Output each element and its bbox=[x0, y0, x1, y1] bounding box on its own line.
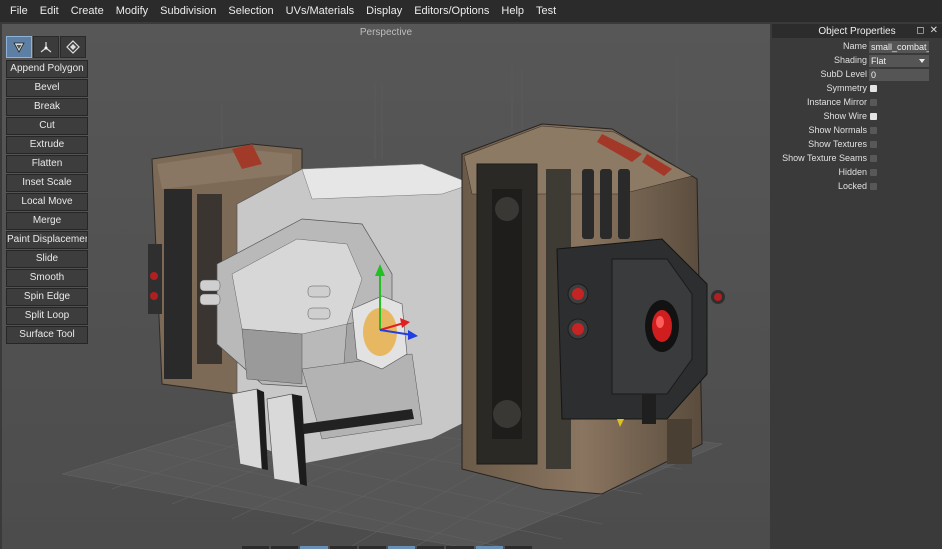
viewport-title: Perspective bbox=[359, 27, 413, 38]
symmetry-row: Symmetry bbox=[772, 82, 942, 96]
menu-edit[interactable]: Edit bbox=[34, 0, 65, 22]
panel-header: Object Properties ◻ ✕ bbox=[772, 24, 942, 38]
close-icon[interactable]: ✕ bbox=[930, 25, 938, 36]
tool-spin-edge-button[interactable]: Spin Edge bbox=[6, 288, 88, 306]
show-textures-label: Show Textures bbox=[808, 139, 867, 149]
show-wire-checkbox[interactable] bbox=[870, 113, 877, 120]
symmetry-label: Symmetry bbox=[826, 83, 868, 93]
perspective-viewport[interactable]: Perspective Append Polygon Bevel Break C… bbox=[2, 24, 770, 549]
subd-row: SubD Level 0 bbox=[772, 68, 942, 82]
tool-bevel-button[interactable]: Bevel bbox=[6, 79, 88, 97]
locked-label: Locked bbox=[837, 181, 867, 191]
show-normals-label: Show Normals bbox=[808, 125, 867, 135]
show-textures-checkbox[interactable] bbox=[870, 141, 877, 148]
tool-local-move-button[interactable]: Local Move bbox=[6, 193, 88, 211]
show-texture-seams-label: Show Texture Seams bbox=[782, 153, 867, 163]
hidden-checkbox[interactable] bbox=[870, 169, 877, 176]
menu-display[interactable]: Display bbox=[360, 0, 408, 22]
name-field[interactable]: small_combat_d bbox=[869, 41, 929, 53]
face-mode-button[interactable] bbox=[60, 36, 86, 58]
menu-create[interactable]: Create bbox=[65, 0, 110, 22]
tool-smooth-button[interactable]: Smooth bbox=[6, 269, 88, 287]
menu-file[interactable]: File bbox=[4, 0, 34, 22]
show-wire-label: Show Wire bbox=[823, 111, 867, 121]
face-mode-icon bbox=[66, 40, 80, 54]
object-properties-panel: Object Properties ◻ ✕ Name small_combat_… bbox=[772, 24, 942, 549]
menubar: File Edit Create Modify Subdivision Selection… bbox=[0, 0, 942, 22]
tool-panel: Append Polygon Bevel Break Cut Extrude Flatte… bbox=[6, 36, 88, 345]
tool-paint-displacement-button[interactable]: Paint Displacement bbox=[6, 231, 88, 249]
hidden-label: Hidden bbox=[838, 167, 867, 177]
selection-mode-row bbox=[6, 36, 88, 58]
shading-dropdown[interactable]: Flat bbox=[869, 55, 929, 67]
vertex-mode-icon bbox=[40, 42, 52, 53]
3d-scene[interactable] bbox=[2, 24, 770, 549]
menu-test[interactable]: Test bbox=[530, 0, 562, 22]
shading-row: Shading Flat bbox=[772, 54, 942, 68]
name-row: Name small_combat_d bbox=[772, 40, 942, 54]
menu-subdivision[interactable]: Subdivision bbox=[154, 0, 222, 22]
name-label: Name bbox=[842, 41, 867, 51]
symmetry-checkbox[interactable] bbox=[870, 85, 877, 92]
instance-mirror-label: Instance Mirror bbox=[806, 97, 867, 107]
tool-list: Append Polygon Bevel Break Cut Extrude Flatte… bbox=[6, 60, 88, 344]
maximize-icon[interactable]: ◻ bbox=[916, 25, 924, 36]
show-normals-checkbox[interactable] bbox=[870, 127, 877, 134]
menu-selection[interactable]: Selection bbox=[222, 0, 279, 22]
vertex-mode-button[interactable] bbox=[33, 36, 59, 58]
central-body bbox=[199, 163, 473, 486]
tool-cut-button[interactable]: Cut bbox=[6, 117, 88, 135]
shading-value: Flat bbox=[871, 56, 887, 66]
object-mode-icon bbox=[13, 42, 25, 53]
hidden-row: Hidden bbox=[772, 166, 942, 180]
tool-extrude-button[interactable]: Extrude bbox=[6, 136, 88, 154]
show-normals-row: Show Normals bbox=[772, 124, 942, 138]
property-checkboxes: Symmetry Instance Mirror Show Wire Show Nor… bbox=[772, 82, 942, 194]
show-texture-seams-checkbox[interactable] bbox=[870, 155, 877, 162]
shading-label: Shading bbox=[833, 55, 867, 65]
instance-mirror-row: Instance Mirror bbox=[772, 96, 942, 110]
tool-slide-button[interactable]: Slide bbox=[6, 250, 88, 268]
tool-split-loop-button[interactable]: Split Loop bbox=[6, 307, 88, 325]
menu-editors-options[interactable]: Editors/Options bbox=[408, 0, 495, 22]
tool-break-button[interactable]: Break bbox=[6, 98, 88, 116]
show-wire-row: Show Wire bbox=[772, 110, 942, 124]
tool-append-polygon-button[interactable]: Append Polygon bbox=[6, 60, 88, 78]
locked-checkbox[interactable] bbox=[870, 183, 877, 190]
menu-uvs-materials[interactable]: UVs/Materials bbox=[280, 0, 360, 22]
chevron-down-icon bbox=[919, 59, 925, 63]
menu-help[interactable]: Help bbox=[495, 0, 530, 22]
object-mode-button[interactable] bbox=[6, 36, 32, 58]
panel-title: Object Properties bbox=[818, 25, 896, 37]
subd-label: SubD Level bbox=[820, 69, 867, 79]
menu-modify[interactable]: Modify bbox=[110, 0, 154, 22]
tool-merge-button[interactable]: Merge bbox=[6, 212, 88, 230]
show-texture-seams-row: Show Texture Seams bbox=[772, 152, 942, 166]
tool-flatten-button[interactable]: Flatten bbox=[6, 155, 88, 173]
instance-mirror-checkbox[interactable] bbox=[870, 99, 877, 106]
right-pod bbox=[461, 123, 725, 495]
tool-surface-tool-button[interactable]: Surface Tool bbox=[6, 326, 88, 344]
tool-inset-scale-button[interactable]: Inset Scale bbox=[6, 174, 88, 192]
subd-field[interactable]: 0 bbox=[869, 69, 929, 81]
show-textures-row: Show Textures bbox=[772, 138, 942, 152]
locked-row: Locked bbox=[772, 180, 942, 194]
